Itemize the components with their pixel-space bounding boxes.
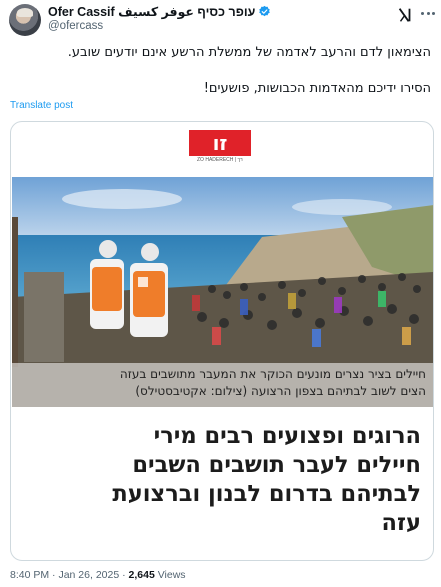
translate-post-link[interactable]: Translate post xyxy=(10,100,73,111)
views-count: 2,645 xyxy=(128,569,155,581)
post-date[interactable]: Jan 26, 2025 xyxy=(58,569,119,581)
article-photo[interactable]: חיילים בציר נצרים מונעים הכוקר את המעבר … xyxy=(12,177,433,407)
grok-icon[interactable] xyxy=(396,6,414,24)
display-name-text[interactable]: Ofer Cassif עופר כסיף عوفر كسيف xyxy=(48,4,255,19)
handle[interactable]: @ofercass xyxy=(48,20,103,32)
more-icon[interactable] xyxy=(421,12,435,16)
headline-line-4: עזה xyxy=(381,510,421,536)
tweet-line-2: הסירו ידיכם מהאדמות הכבושות, פושעים! xyxy=(203,81,431,96)
verified-badge-icon[interactable] xyxy=(258,5,271,18)
article-card[interactable]: זו הדרך ZO HADERECH | זו הדרך xyxy=(10,121,434,561)
tweet-line-1: הצימאון לדם והרעב לאדמה של ממשלת הרשע אי… xyxy=(67,45,431,60)
logo-subtitle: ZO HADERECH | זו הדרך xyxy=(197,157,243,163)
tweet-meta: 8:40 PM · Jan 26, 2025 · 2,645 Views xyxy=(10,569,186,581)
caption-line-2: הצים לשוב לבתיהם בצפון הרצועה (צילום: אק… xyxy=(135,384,426,398)
tweet-header: Ofer Cassif עופר כסיף عوفر كسيف @ofercas… xyxy=(0,0,441,40)
post-time[interactable]: 8:40 PM xyxy=(10,569,49,581)
avatar[interactable] xyxy=(9,4,41,36)
display-name[interactable]: Ofer Cassif עופר כסיף عوفر كسيف xyxy=(48,4,271,19)
caption-line-1: חיילים בציר נצרים מונעים הכוקר את המעבר … xyxy=(119,367,426,381)
publication-logo: זו הדרך ZO HADERECH | זו הדרך xyxy=(189,130,251,181)
meta-separator: · xyxy=(52,569,56,581)
logo-text: זו הדרך xyxy=(189,130,251,181)
headline-line-3: לבתיהם בדרום לבנון וברצועת xyxy=(112,481,421,507)
headline-line-2: חיילים לעבר תושבים השבים xyxy=(132,452,421,478)
headline-line-1: הרוגים ופצועים רבים מירי xyxy=(153,423,421,449)
photo-caption: חיילים בציר נצרים מונעים הכוקר את המעבר … xyxy=(12,363,433,407)
article-headline: הרוגים ופצועים רבים מירי חיילים לעבר תוש… xyxy=(21,422,421,538)
views-label: Views xyxy=(157,569,186,581)
meta-separator-2: · xyxy=(122,569,126,581)
